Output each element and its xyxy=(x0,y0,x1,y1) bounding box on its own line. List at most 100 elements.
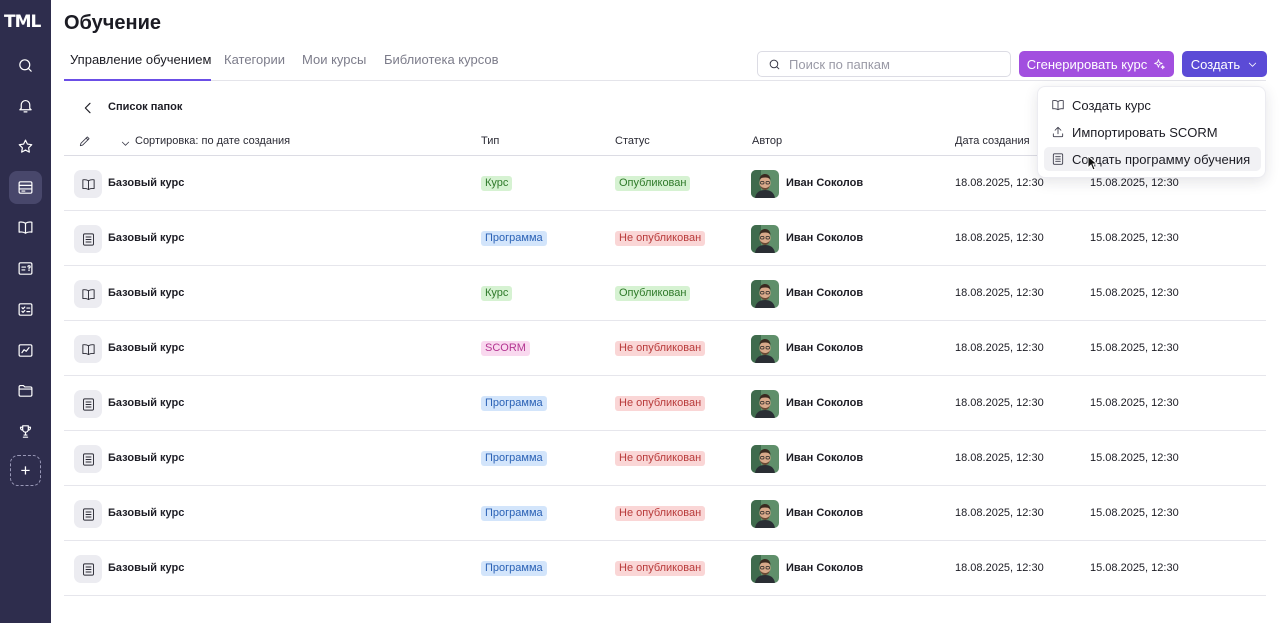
table-row[interactable]: Базовый курс Программа Не опубликован Иван … xyxy=(64,211,1266,266)
author-name: Иван Соколов xyxy=(786,562,864,574)
menu-item-create-program[interactable]: Создать программу обучения xyxy=(1044,147,1261,171)
upload-icon xyxy=(1052,126,1064,138)
course-name[interactable]: Базовый курс xyxy=(108,562,184,574)
author-name: Иван Соколов xyxy=(786,397,864,409)
tab-learning-management[interactable]: Управление обучением xyxy=(70,52,211,67)
menu-item-create-course[interactable]: Создать курс xyxy=(1044,93,1261,117)
sort-toggle[interactable] xyxy=(120,136,131,147)
updated-date: 15.08.2025, 12:30 xyxy=(1090,287,1179,299)
sidebar-item-files[interactable] xyxy=(9,374,42,407)
list-icon xyxy=(82,232,94,246)
tab-categories[interactable]: Категории xyxy=(224,52,285,67)
page-title: Обучение xyxy=(64,12,162,34)
back-button[interactable] xyxy=(80,100,96,116)
sidebar-item-courses[interactable] xyxy=(9,211,42,244)
list-icon xyxy=(82,562,94,576)
generate-course-label: Сгенерировать курс xyxy=(1026,56,1148,72)
created-date: 18.08.2025, 12:30 xyxy=(955,507,1044,519)
avatar xyxy=(751,390,779,418)
table-row[interactable]: Базовый курс Программа Не опубликован Иван … xyxy=(64,431,1266,486)
course-type-icon xyxy=(74,170,102,198)
course-name[interactable]: Базовый курс xyxy=(108,232,184,244)
avatar xyxy=(751,555,779,583)
column-author: Автор xyxy=(752,135,783,147)
column-status: Статус xyxy=(615,135,650,147)
quiz-icon xyxy=(18,262,33,275)
sidebar-item-tasks[interactable] xyxy=(9,293,42,326)
star-icon xyxy=(18,139,33,153)
tab-my-courses[interactable]: Мои курсы xyxy=(302,52,366,67)
sidebar-item-notifications[interactable] xyxy=(9,89,42,122)
tab-course-library[interactable]: Библиотека курсов xyxy=(384,52,499,67)
updated-date: 15.08.2025, 12:30 xyxy=(1090,177,1179,189)
type-badge: SCORM xyxy=(481,341,530,356)
course-name[interactable]: Базовый курс xyxy=(108,397,184,409)
sidebar-item-favorites[interactable] xyxy=(9,130,42,163)
edit-button[interactable] xyxy=(78,134,92,148)
sidebar-item-quizzes[interactable] xyxy=(9,252,42,285)
table-row[interactable]: Базовый курс Программа Не опубликован Иван … xyxy=(64,486,1266,541)
course-type-icon xyxy=(74,335,102,363)
folder-search[interactable] xyxy=(757,51,1011,77)
analytics-icon xyxy=(18,344,33,357)
chevron-down-icon xyxy=(121,141,130,146)
status-badge: Опубликован xyxy=(615,176,691,191)
status-badge: Не опубликован xyxy=(615,231,706,246)
sparkle-icon xyxy=(1154,58,1166,69)
sidebar: TML + xyxy=(0,0,51,623)
status-badge: Не опубликован xyxy=(615,506,706,521)
course-name[interactable]: Базовый курс xyxy=(108,177,184,189)
sidebar-add-button[interactable]: + xyxy=(10,455,41,486)
learning-icon xyxy=(18,181,33,194)
created-date: 18.08.2025, 12:30 xyxy=(955,287,1044,299)
status-badge: Не опубликован xyxy=(615,396,706,411)
list-icon xyxy=(1052,153,1064,165)
sidebar-item-analytics[interactable] xyxy=(9,334,42,367)
menu-item-label: Создать курс xyxy=(1072,97,1151,113)
sidebar-item-search[interactable] xyxy=(9,49,42,82)
created-date: 18.08.2025, 12:30 xyxy=(955,562,1044,574)
table-row[interactable]: Базовый курс Программа Не опубликован Иван … xyxy=(64,376,1266,431)
created-date: 18.08.2025, 12:30 xyxy=(955,232,1044,244)
book-icon xyxy=(81,178,95,190)
folder-icon xyxy=(18,384,33,397)
sidebar-item-learning[interactable] xyxy=(9,171,42,204)
menu-item-import-scorm[interactable]: Импортировать SCORM xyxy=(1044,120,1261,144)
create-dropdown-menu: Создать курс Импортировать SCORM Создать… xyxy=(1037,86,1266,178)
table-row[interactable]: Базовый курс Программа Не опубликован Иван … xyxy=(64,541,1266,596)
updated-date: 15.08.2025, 12:30 xyxy=(1090,562,1179,574)
type-badge: Программа xyxy=(481,561,547,576)
course-type-icon xyxy=(74,280,102,308)
chevron-left-icon xyxy=(84,102,91,114)
updated-date: 15.08.2025, 12:30 xyxy=(1090,342,1179,354)
column-created[interactable]: Дата создания xyxy=(955,135,1030,147)
book-icon xyxy=(1052,100,1064,111)
created-date: 18.08.2025, 12:30 xyxy=(955,177,1044,189)
avatar xyxy=(751,170,779,198)
course-name[interactable]: Базовый курс xyxy=(108,452,184,464)
mouse-cursor-icon xyxy=(1087,155,1099,171)
author-name: Иван Соколов xyxy=(786,342,864,354)
course-type-icon xyxy=(74,555,102,583)
created-date: 18.08.2025, 12:30 xyxy=(955,397,1044,409)
course-name[interactable]: Базовый курс xyxy=(108,342,184,354)
generate-course-button[interactable]: Сгенерировать курс xyxy=(1019,51,1174,77)
author-name: Иван Соколов xyxy=(786,507,864,519)
sidebar-item-achievements[interactable] xyxy=(9,415,42,448)
course-name[interactable]: Базовый курс xyxy=(108,287,184,299)
book-icon xyxy=(81,288,95,300)
create-button[interactable]: Создать xyxy=(1182,51,1267,77)
bell-icon xyxy=(19,99,32,113)
type-badge: Программа xyxy=(481,451,547,466)
app-logo: TML xyxy=(4,12,41,32)
search-icon xyxy=(769,59,780,69)
course-type-icon xyxy=(74,225,102,253)
list-icon xyxy=(82,452,94,466)
table-row[interactable]: Базовый курс SCORM Не опубликован Иван Соко… xyxy=(64,321,1266,376)
list-icon xyxy=(82,397,94,411)
avatar xyxy=(751,445,779,473)
course-name[interactable]: Базовый курс xyxy=(108,507,184,519)
table-row[interactable]: Базовый курс Курс Опубликован Иван Соколов 1… xyxy=(64,266,1266,321)
sort-selector[interactable]: Сортировка: по дате создания xyxy=(135,135,290,147)
search-input[interactable] xyxy=(789,56,999,72)
